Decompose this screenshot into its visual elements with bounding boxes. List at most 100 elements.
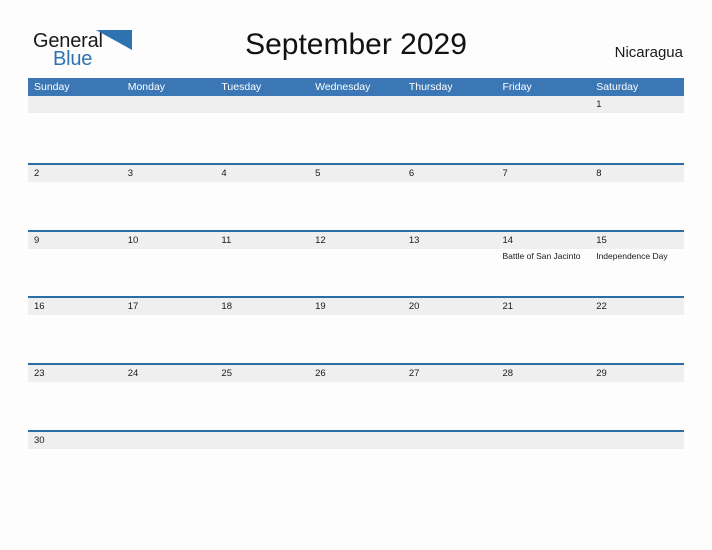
day-number	[409, 96, 497, 113]
calendar-day-cell[interactable]: 1	[590, 96, 684, 163]
week-cells: 2 3 4 5 6 7 8	[28, 165, 684, 230]
page-title: September 2029	[245, 28, 467, 61]
day-number: 23	[34, 368, 45, 380]
calendar-day-cell[interactable]	[309, 96, 403, 163]
calendar-day-cell[interactable]	[403, 432, 497, 497]
calendar-day-cell[interactable]: 23	[28, 365, 122, 430]
calendar-day-cell[interactable]	[215, 432, 309, 497]
day-number	[315, 432, 403, 449]
day-number	[221, 96, 309, 113]
weekday-header-monday: Monday	[127, 81, 166, 93]
weekday-header-friday: Friday	[502, 81, 532, 93]
weekday-header-saturday: Saturday	[596, 81, 639, 93]
day-number: 1	[596, 99, 602, 110]
calendar-day-cell[interactable]: 25	[215, 365, 309, 430]
day-number: 8	[596, 167, 602, 179]
calendar-day-cell[interactable]	[403, 96, 497, 163]
calendar-day-cell[interactable]: 27	[403, 365, 497, 430]
calendar-day-cell[interactable]: 19	[309, 298, 403, 363]
day-number	[503, 432, 591, 449]
day-number: 18	[221, 301, 232, 313]
day-number: 21	[502, 301, 514, 313]
calendar-day-cell[interactable]: 7	[497, 165, 591, 230]
day-number: 6	[408, 167, 415, 179]
calendar-grid: Sunday Monday Tuesday Wednesday Thursday…	[28, 78, 684, 497]
day-number: 27	[408, 368, 420, 380]
day-number: 7	[502, 167, 508, 179]
calendar-day-cell[interactable]: 12	[309, 232, 403, 297]
day-number: 10	[127, 234, 139, 246]
calendar-week-row: 23 24 25 26 27 28 29	[28, 363, 684, 430]
calendar-day-cell[interactable]	[122, 96, 216, 163]
calendar-day-cell[interactable]	[122, 432, 216, 497]
weekday-header-row: Sunday Monday Tuesday Wednesday Thursday…	[28, 78, 684, 96]
calendar-day-cell[interactable]: 30	[28, 432, 122, 497]
calendar-week-row: 9 10 11 12 13 14 Battle of San Jacinto 15 Indepe…	[28, 229, 684, 297]
calendar-day-cell[interactable]	[590, 432, 684, 497]
calendar-day-cell[interactable]: 3	[122, 165, 216, 230]
calendar-day-cell[interactable]: 8	[590, 165, 684, 230]
calendar-day-cell[interactable]	[497, 432, 591, 497]
day-number: 24	[127, 368, 139, 380]
calendar-day-cell[interactable]: 14 Battle of San Jacinto	[497, 232, 591, 297]
day-events: Independence Day	[596, 249, 684, 263]
day-number: 30	[34, 434, 45, 446]
calendar-day-cell[interactable]: 9	[28, 232, 122, 297]
week-cells: 23 24 25 26 27 28 29	[28, 365, 684, 430]
calendar-day-cell[interactable]: 29	[590, 365, 684, 430]
day-number: 16	[34, 301, 45, 313]
day-number	[315, 96, 403, 113]
calendar-weeks: 1 2 3 4 5 6 7 8 9 10 11 12 13 14 Battle of San Jacinto…	[28, 96, 684, 497]
calendar-day-cell[interactable]: 4	[215, 165, 309, 230]
day-number: 22	[596, 301, 607, 313]
calendar-day-cell[interactable]	[309, 432, 403, 497]
day-number	[34, 96, 122, 113]
calendar-day-cell[interactable]: 20	[403, 298, 497, 363]
day-number	[596, 432, 684, 449]
calendar-day-cell[interactable]	[28, 96, 122, 163]
calendar-day-cell[interactable]: 18	[215, 298, 309, 363]
calendar-day-cell[interactable]	[497, 96, 591, 163]
calendar-day-cell[interactable]: 28	[497, 365, 591, 430]
calendar-day-cell[interactable]: 13	[403, 232, 497, 297]
holiday-event-label: Independence Day	[596, 250, 668, 261]
day-number: 15	[596, 234, 607, 246]
page-header: General Blue September 2029 Nicaragua	[0, 0, 712, 78]
day-number: 4	[221, 167, 227, 179]
calendar-day-cell[interactable]: 16	[28, 298, 122, 363]
calendar-day-cell[interactable]: 22	[590, 298, 684, 363]
day-number	[128, 432, 216, 449]
calendar-week-row: 30	[28, 429, 684, 497]
calendar-day-cell[interactable]: 17	[122, 298, 216, 363]
calendar-day-cell[interactable]: 11	[215, 232, 309, 297]
day-number: 25	[221, 368, 232, 380]
calendar-day-cell[interactable]: 15 Independence Day	[590, 232, 684, 297]
weekday-header-wednesday: Wednesday	[315, 81, 371, 93]
day-number	[128, 96, 216, 113]
day-number: 9	[34, 234, 40, 246]
day-number	[409, 432, 497, 449]
day-number: 12	[315, 234, 326, 246]
calendar-day-cell[interactable]: 2	[28, 165, 122, 230]
day-number: 3	[127, 167, 133, 179]
calendar-week-row: 1	[28, 96, 684, 163]
day-number: 26	[315, 368, 326, 380]
day-number: 14	[502, 234, 514, 246]
calendar-day-cell[interactable]: 21	[497, 298, 591, 363]
day-number: 5	[315, 167, 321, 179]
day-number: 28	[502, 368, 514, 380]
calendar-day-cell[interactable]: 24	[122, 365, 216, 430]
week-cells: 16 17 18 19 20 21 22	[28, 298, 684, 363]
calendar-day-cell[interactable]	[215, 96, 309, 163]
calendar-day-cell[interactable]: 5	[309, 165, 403, 230]
calendar-day-cell[interactable]: 6	[403, 165, 497, 230]
country-label: Nicaragua	[614, 44, 683, 61]
weekday-header-sunday: Sunday	[34, 81, 70, 93]
week-cells: 9 10 11 12 13 14 Battle of San Jacinto 15 Indepe…	[28, 232, 684, 297]
day-number: 11	[221, 234, 232, 246]
day-number	[221, 432, 309, 449]
calendar-day-cell[interactable]: 10	[122, 232, 216, 297]
calendar-page: General Blue September 2029 Nicaragua Su…	[0, 0, 712, 550]
day-events: Battle of San Jacinto	[503, 249, 591, 263]
calendar-day-cell[interactable]: 26	[309, 365, 403, 430]
